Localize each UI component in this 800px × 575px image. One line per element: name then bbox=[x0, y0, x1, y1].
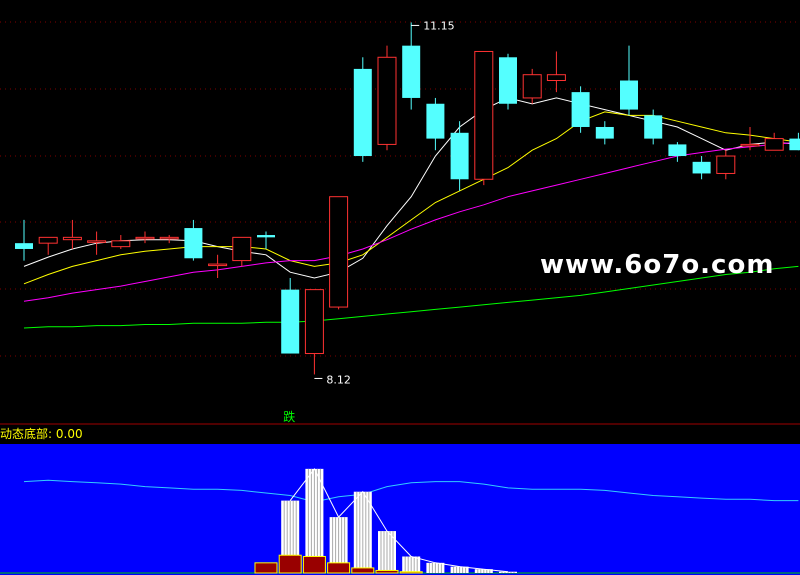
candlesticks bbox=[15, 22, 800, 375]
candle-body bbox=[402, 45, 421, 98]
candle bbox=[764, 132, 784, 151]
candle bbox=[546, 51, 566, 93]
candle bbox=[135, 231, 155, 244]
candle-body bbox=[15, 243, 33, 249]
candle bbox=[38, 236, 58, 255]
candle bbox=[522, 68, 542, 104]
candle-body bbox=[257, 235, 275, 238]
candle-body bbox=[62, 236, 82, 241]
candle bbox=[620, 45, 638, 116]
candle bbox=[232, 236, 252, 267]
candle-body bbox=[281, 289, 300, 354]
candle bbox=[644, 109, 663, 145]
candle bbox=[402, 22, 421, 110]
candle bbox=[668, 142, 687, 162]
indicator-value: 0.00 bbox=[55, 427, 83, 441]
red-bar bbox=[375, 569, 399, 574]
candle bbox=[789, 132, 800, 151]
candle bbox=[377, 45, 397, 151]
moving-average-lines bbox=[23, 97, 799, 329]
candle bbox=[184, 219, 203, 261]
candle bbox=[450, 121, 469, 191]
candle bbox=[208, 254, 228, 279]
candle bbox=[304, 289, 324, 375]
candle bbox=[740, 126, 760, 151]
candle-body bbox=[329, 196, 349, 308]
candle bbox=[716, 150, 736, 180]
candle-body bbox=[208, 263, 228, 267]
red-bar bbox=[351, 567, 375, 574]
candle-body bbox=[377, 56, 397, 145]
candle bbox=[281, 278, 300, 354]
candle-body bbox=[644, 115, 663, 139]
red-bar bbox=[302, 555, 326, 574]
high-price-label: 11.15 bbox=[423, 19, 455, 32]
candle bbox=[257, 231, 275, 249]
candle-body bbox=[692, 161, 711, 174]
stock-chart: 11.15 8.12 跌 bbox=[0, 19, 800, 575]
red-bar bbox=[278, 554, 302, 574]
candle-body bbox=[620, 80, 638, 110]
candle-body bbox=[135, 236, 155, 240]
candle bbox=[159, 235, 179, 244]
red-bar bbox=[327, 562, 351, 574]
candle bbox=[426, 97, 445, 151]
candle bbox=[111, 235, 131, 249]
candle-body bbox=[546, 74, 566, 82]
candle-body bbox=[353, 68, 372, 157]
main-grid bbox=[0, 21, 800, 357]
candle-body bbox=[522, 74, 542, 99]
candle bbox=[87, 231, 107, 255]
indicator-panel bbox=[0, 444, 800, 575]
candle-body bbox=[571, 92, 590, 127]
candle-body bbox=[111, 240, 131, 248]
candle bbox=[353, 57, 372, 162]
candle bbox=[474, 50, 494, 186]
candle bbox=[571, 86, 590, 133]
candle-body bbox=[450, 132, 469, 180]
candle-body bbox=[740, 143, 760, 147]
watermark-text: www.6o7o.com bbox=[540, 250, 775, 280]
candle-body bbox=[232, 236, 252, 262]
candle-body bbox=[304, 289, 324, 355]
candle-body bbox=[595, 126, 614, 139]
signal-label: 跌 bbox=[283, 409, 295, 424]
red-bar bbox=[254, 562, 278, 574]
candle-body bbox=[668, 144, 687, 157]
candle-body bbox=[789, 138, 800, 151]
candle bbox=[595, 121, 614, 145]
red-bar bbox=[399, 571, 423, 574]
candle bbox=[62, 219, 82, 249]
candle-body bbox=[38, 236, 58, 244]
candle-body bbox=[499, 57, 517, 104]
candle bbox=[499, 53, 517, 110]
candle-body bbox=[184, 228, 203, 259]
candle-body bbox=[764, 138, 784, 151]
candle bbox=[692, 156, 711, 180]
low-price-label: 8.12 bbox=[326, 373, 351, 386]
candle-body bbox=[474, 50, 494, 180]
candle-body bbox=[87, 240, 107, 243]
indicator-label: 动态底部: 0.00 bbox=[0, 425, 83, 442]
candle bbox=[329, 196, 349, 310]
candle bbox=[15, 219, 33, 261]
candle-body bbox=[426, 103, 445, 139]
candle-body bbox=[716, 155, 736, 174]
candle-body bbox=[159, 236, 179, 240]
indicator-name: 动态底部: bbox=[0, 427, 53, 441]
